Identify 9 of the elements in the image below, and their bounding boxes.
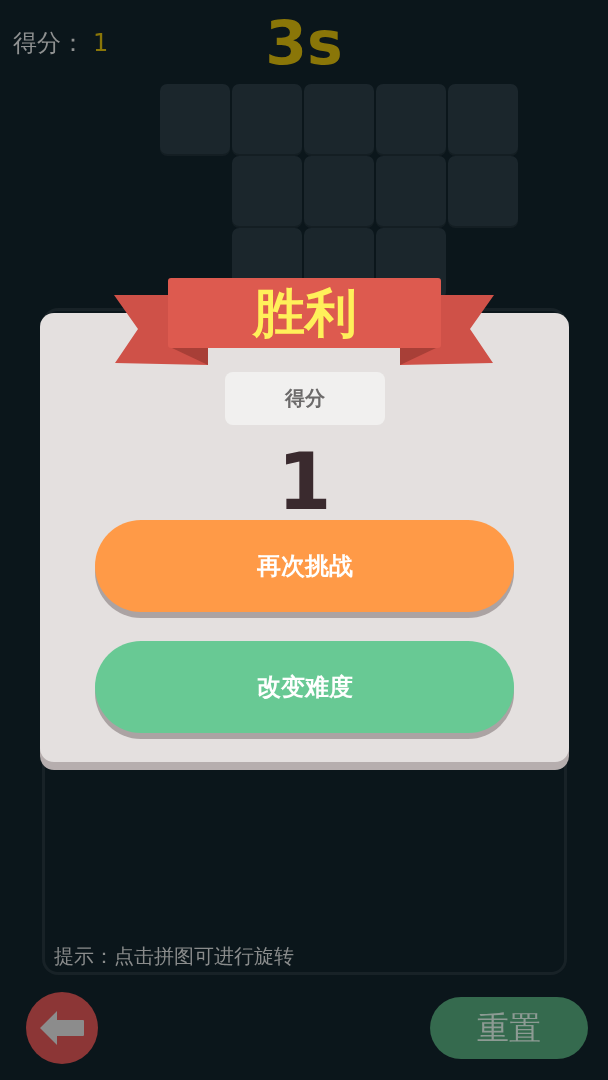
reset-button[interactable]: 重置: [430, 997, 588, 1059]
hint-text: 提示：点击拼图可进行旋转: [54, 943, 295, 969]
score-value: 1: [93, 28, 109, 58]
score-label: 得分: [224, 372, 385, 425]
timer-text: 3s: [265, 7, 343, 78]
final-score: 1: [277, 447, 332, 517]
score-label: 得分：: [13, 28, 85, 58]
victory-banner: 胜利: [168, 278, 441, 348]
back-arrow-icon: [40, 1011, 84, 1045]
